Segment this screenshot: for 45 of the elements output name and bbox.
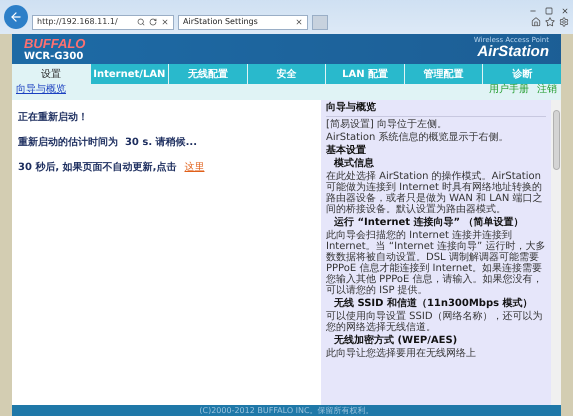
help-subheading: 模式信息	[332, 158, 375, 169]
status-message: 30 秒后, 如果页面不自动更新,点击	[18, 160, 176, 175]
header-link[interactable]: 注销	[537, 84, 557, 95]
help-text: 在此处选择 AirStation 的操作模式。AirStation 可能做为连接到 Internet 时具有网络地址转换的路由器设备，或者只是做为 WAN 和 LAN 端口之间的桥接设备。默认设置为路由器模式。	[326, 171, 544, 215]
close-icon[interactable]	[295, 18, 303, 26]
help-text: 此向导会扫描您的 Internet 连接并连接到 Internet。当 “Internet 连接向导” 运行时，大多数数据将被自动设置。DSL 调制解调器可能需要 PPPoE 信息才能连接到 Internet。如果连接需要您输入其他 PPPoE 信息，请输入。如果您没有，可以请您的 ISP 提供。	[326, 230, 546, 296]
settings-icon[interactable]	[559, 17, 569, 27]
help-subheading: 无线 SSID 和信道（11n300Mbps 模式）	[333, 298, 534, 309]
nav-tab[interactable]: Internet/LAN	[90, 64, 168, 84]
status-message: 重新启动的估计时间为 30 s. 请稍候...	[18, 135, 197, 150]
help-heading: 基本设置	[326, 145, 367, 156]
help-text: 可以使用向导设置 SSID（网络名称），还可以为您的网络选择无线信道。	[326, 311, 544, 333]
product-name: AirStation	[477, 44, 549, 59]
here-link[interactable]: 这里	[184, 160, 204, 175]
search-icon[interactable]	[137, 18, 145, 26]
address-bar[interactable]: http://192.168.11.1/	[32, 14, 174, 30]
back-button[interactable]	[4, 5, 28, 29]
scrollbar-thumb[interactable]	[552, 110, 560, 170]
nav-tab[interactable]: 无线配置	[169, 64, 247, 84]
status-message: 正在重新启动！	[18, 110, 88, 125]
subnav-link[interactable]: 向导与概览	[16, 84, 66, 95]
refresh-icon[interactable]	[149, 18, 157, 26]
nav-tab[interactable]: 安全	[248, 64, 326, 84]
help-text: AirStation 系统信息的概览显示于右侧。	[326, 132, 510, 143]
browser-tab[interactable]: AirStation Settings	[178, 14, 308, 30]
nav-tab[interactable]: LAN 配置	[326, 64, 404, 84]
model-name: WCR-G300	[24, 52, 84, 62]
maximize-icon[interactable]	[545, 7, 553, 15]
header-link[interactable]: 用户手册	[489, 84, 529, 95]
nav-tab[interactable]: 诊断	[483, 64, 562, 84]
close-icon[interactable]	[561, 7, 569, 15]
scrollbar[interactable]	[551, 100, 561, 405]
address-text: http://192.168.11.1/	[37, 16, 119, 28]
star-icon[interactable]	[545, 17, 555, 27]
help-text: [简易设置] 向导位于左侧。	[326, 119, 448, 130]
close-icon[interactable]	[161, 18, 169, 26]
help-subheading: 无线加密方式 (WEP/AES)	[333, 335, 458, 346]
tab-title: AirStation Settings	[183, 16, 259, 28]
nav-tab[interactable]: 管理配置	[404, 64, 482, 84]
help-title: 向导与概览	[326, 102, 546, 117]
help-subheading: 运行 “Internet 连接向导” （简单设置）	[333, 217, 525, 228]
help-text: 此向导让您选择要用在无线网络上	[326, 348, 477, 359]
brand-logo: BUFFALO	[24, 37, 86, 50]
copyright-text: (C)2000-2012 BUFFALO INC。保留所有权利。	[199, 406, 374, 414]
home-icon[interactable]	[531, 17, 541, 27]
